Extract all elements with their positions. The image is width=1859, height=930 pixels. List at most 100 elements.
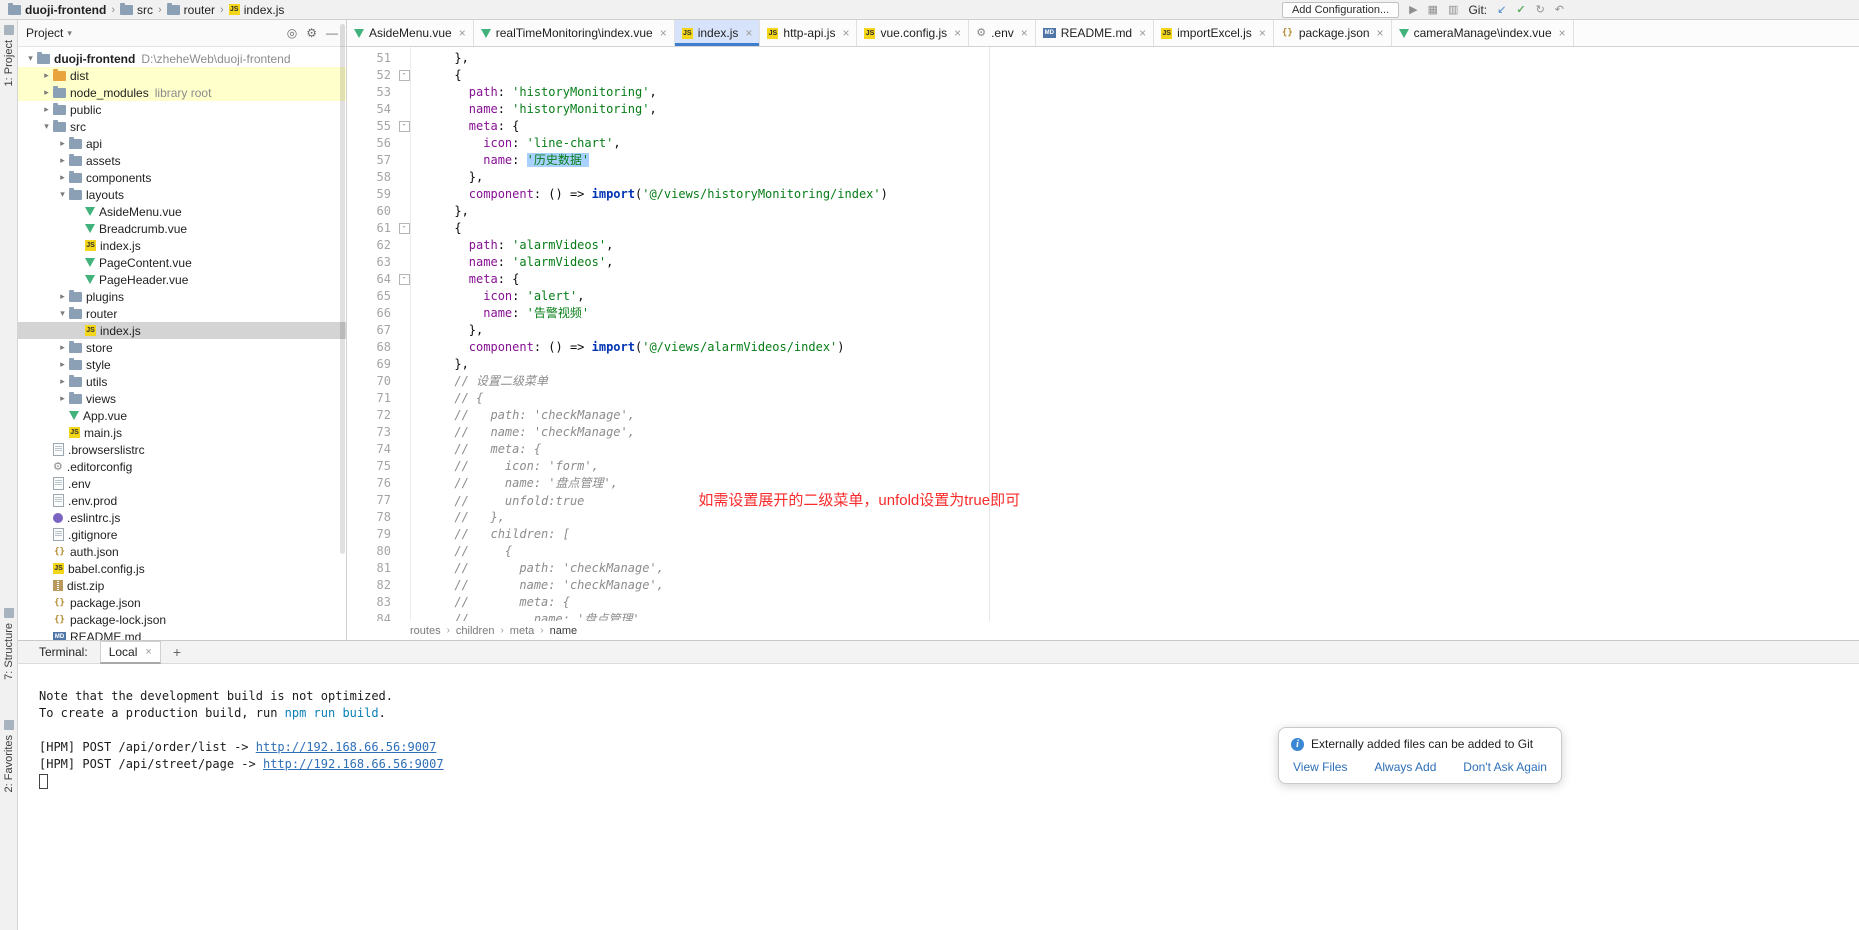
tree-item[interactable]: package-lock.json bbox=[18, 611, 346, 628]
tool-window-button-favorites[interactable]: 2: Favorites bbox=[0, 720, 17, 792]
chevron-expanded-icon[interactable]: ▾ bbox=[56, 189, 69, 200]
tree-item[interactable]: ▸public bbox=[18, 101, 346, 118]
line-number[interactable]: 61 bbox=[347, 220, 397, 237]
line-number[interactable]: 84 bbox=[347, 611, 397, 621]
editor-breadcrumb-item[interactable]: meta bbox=[510, 625, 534, 637]
fold-marker-icon[interactable]: - bbox=[397, 118, 411, 135]
tree-item[interactable]: PageContent.vue bbox=[18, 254, 346, 271]
chevron-collapsed-icon[interactable]: ▸ bbox=[56, 393, 69, 404]
gear-icon[interactable]: ⚙ bbox=[306, 26, 317, 40]
line-number[interactable]: 76 bbox=[347, 475, 397, 492]
chevron-expanded-icon[interactable]: ▾ bbox=[56, 308, 69, 319]
tree-item[interactable]: index.js bbox=[18, 237, 346, 254]
line-number[interactable]: 75 bbox=[347, 458, 397, 475]
line-number[interactable]: 65 bbox=[347, 288, 397, 305]
terminal-output[interactable]: Note that the development build is not o… bbox=[18, 664, 1859, 930]
tree-item[interactable]: main.js bbox=[18, 424, 346, 441]
tree-item[interactable]: ▸plugins bbox=[18, 288, 346, 305]
line-number[interactable]: 71 bbox=[347, 390, 397, 407]
git-commit-icon[interactable]: ✓ bbox=[1516, 4, 1525, 16]
tree-item[interactable]: .browserslistrc bbox=[18, 441, 346, 458]
line-number[interactable]: 58 bbox=[347, 169, 397, 186]
close-icon[interactable]: × bbox=[145, 646, 151, 658]
tree-item[interactable]: ▸assets bbox=[18, 152, 346, 169]
editor-tab[interactable]: realTimeMonitoring\index.vue× bbox=[474, 20, 675, 46]
notification-action[interactable]: Always Add bbox=[1374, 760, 1436, 774]
line-number[interactable]: 73 bbox=[347, 424, 397, 441]
breadcrumb-item[interactable]: src bbox=[120, 3, 153, 17]
tree-item[interactable]: .editorconfig bbox=[18, 458, 346, 475]
line-number[interactable]: 54 bbox=[347, 101, 397, 118]
project-view-selector[interactable]: Project ▾ bbox=[26, 26, 72, 40]
tree-item[interactable]: .eslintrc.js bbox=[18, 509, 346, 526]
editor-breadcrumb-item[interactable]: children bbox=[456, 625, 495, 637]
close-tab-icon[interactable]: × bbox=[1377, 26, 1384, 40]
notification-action[interactable]: Don't Ask Again bbox=[1463, 760, 1547, 774]
editor-breadcrumb-item[interactable]: name bbox=[550, 625, 578, 637]
editor-tab[interactable]: .env× bbox=[969, 20, 1036, 46]
editor-tab[interactable]: vue.config.js× bbox=[857, 20, 969, 46]
chevron-collapsed-icon[interactable]: ▸ bbox=[56, 359, 69, 370]
terminal-link[interactable]: http://192.168.66.56:9007 bbox=[263, 757, 444, 771]
editor-tab[interactable]: cameraManage\index.vue× bbox=[1392, 20, 1574, 46]
tree-item[interactable]: ▸views bbox=[18, 390, 346, 407]
line-number[interactable]: 67 bbox=[347, 322, 397, 339]
tree-item[interactable]: ▸utils bbox=[18, 373, 346, 390]
tree-item[interactable]: PageHeader.vue bbox=[18, 271, 346, 288]
chevron-collapsed-icon[interactable]: ▸ bbox=[40, 70, 53, 81]
tree-item[interactable]: AsideMenu.vue bbox=[18, 203, 346, 220]
tree-item[interactable]: ▾src bbox=[18, 118, 346, 135]
line-number[interactable]: 62 bbox=[347, 237, 397, 254]
line-number[interactable]: 56 bbox=[347, 135, 397, 152]
line-number[interactable]: 52 bbox=[347, 67, 397, 84]
close-tab-icon[interactable]: × bbox=[1139, 26, 1146, 40]
fold-marker-icon[interactable]: - bbox=[397, 220, 411, 237]
breadcrumb-item[interactable]: duoji-frontend bbox=[8, 3, 106, 17]
code-editor[interactable]: 51 },52- {53 path: 'historyMonitoring',5… bbox=[347, 47, 1859, 621]
line-number[interactable]: 64 bbox=[347, 271, 397, 288]
tree-item[interactable]: ▸style bbox=[18, 356, 346, 373]
tree-item[interactable]: .env bbox=[18, 475, 346, 492]
editor-tab[interactable]: http-api.js× bbox=[760, 20, 857, 46]
hide-panel-icon[interactable]: — bbox=[326, 26, 338, 40]
chevron-collapsed-icon[interactable]: ▸ bbox=[56, 138, 69, 149]
chevron-collapsed-icon[interactable]: ▸ bbox=[56, 155, 69, 166]
editor-tab[interactable]: index.js× bbox=[675, 20, 761, 46]
chevron-expanded-icon[interactable]: ▾ bbox=[24, 53, 37, 64]
editor-tab[interactable]: AsideMenu.vue× bbox=[347, 20, 474, 46]
chevron-expanded-icon[interactable]: ▾ bbox=[40, 121, 53, 132]
coverage-icon[interactable]: ▦ bbox=[1428, 4, 1438, 16]
line-number[interactable]: 53 bbox=[347, 84, 397, 101]
line-number[interactable]: 70 bbox=[347, 373, 397, 390]
tree-item[interactable]: babel.config.js bbox=[18, 560, 346, 577]
line-number[interactable]: 80 bbox=[347, 543, 397, 560]
line-number[interactable]: 69 bbox=[347, 356, 397, 373]
tree-item[interactable]: ▾layouts bbox=[18, 186, 346, 203]
tool-window-button-structure[interactable]: 7: Structure bbox=[0, 608, 17, 680]
chevron-collapsed-icon[interactable]: ▸ bbox=[56, 342, 69, 353]
tree-item[interactable]: ▾router bbox=[18, 305, 346, 322]
terminal-tab-local[interactable]: Local × bbox=[100, 641, 161, 664]
tree-item[interactable]: dist.zip bbox=[18, 577, 346, 594]
editor-tab[interactable]: importExcel.js× bbox=[1154, 20, 1274, 46]
profiler-icon[interactable]: ▥ bbox=[1448, 4, 1458, 16]
line-number[interactable]: 51 bbox=[347, 50, 397, 67]
close-tab-icon[interactable]: × bbox=[459, 26, 466, 40]
line-number[interactable]: 72 bbox=[347, 407, 397, 424]
line-number[interactable]: 82 bbox=[347, 577, 397, 594]
notification-action[interactable]: View Files bbox=[1293, 760, 1347, 774]
chevron-collapsed-icon[interactable]: ▸ bbox=[40, 87, 53, 98]
breadcrumb-item[interactable]: index.js bbox=[229, 3, 285, 17]
line-number[interactable]: 66 bbox=[347, 305, 397, 322]
chevron-collapsed-icon[interactable]: ▸ bbox=[56, 291, 69, 302]
close-tab-icon[interactable]: × bbox=[1021, 26, 1028, 40]
chevron-collapsed-icon[interactable]: ▸ bbox=[40, 104, 53, 115]
tree-item[interactable]: ▸store bbox=[18, 339, 346, 356]
locate-file-icon[interactable]: ◎ bbox=[287, 26, 297, 40]
close-tab-icon[interactable]: × bbox=[954, 26, 961, 40]
breadcrumb-item[interactable]: router bbox=[167, 3, 215, 17]
git-rollback-icon[interactable]: ↶ bbox=[1555, 4, 1564, 16]
line-number[interactable]: 63 bbox=[347, 254, 397, 271]
tree-item[interactable]: ▸node_moduleslibrary root bbox=[18, 84, 346, 101]
git-update-icon[interactable]: ↙ bbox=[1497, 4, 1506, 16]
